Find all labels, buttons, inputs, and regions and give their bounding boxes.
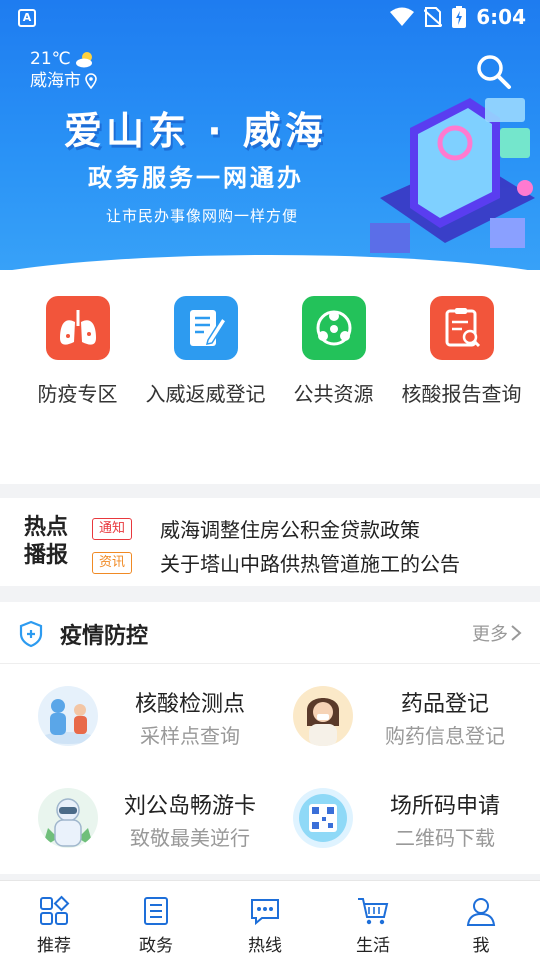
banner-slogan-sub: 政务服务一网通办 [88,164,304,192]
cart-icon [358,898,389,925]
service-nucleic-test-site[interactable]: 核酸检测点 采样点查询 [0,674,270,764]
service-medicine-registration[interactable]: 药品登记 购药信息登记 [255,674,525,764]
protective-suit-avatar [38,788,98,848]
nav-hotline[interactable]: 热线 [211,895,319,956]
medicine-avatar [293,686,353,746]
network-icon [301,296,366,360]
hot-title-line2: 播报 [24,543,69,568]
more-label: 更多 [472,624,508,645]
nav-recommend[interactable]: 推荐 [0,895,108,956]
quick-item-label: 入威返威登记 [145,382,266,406]
nav-label: 热线 [248,936,282,956]
service-subtitle: 购药信息登记 [385,724,505,748]
news-item[interactable]: 通知 威海调整住房公积金贷款政策 [92,514,420,543]
qr-code-avatar [293,788,353,848]
service-title: 核酸检测点 [134,692,245,717]
banner-illustration [370,98,535,253]
quick-item-epidemic-zone[interactable]: 防疫专区 [10,296,145,406]
hot-news-title: 热点 播报 [24,514,68,570]
service-subtitle: 采样点查询 [140,724,240,748]
city-name: 威海市 [30,71,81,91]
service-title: 场所码申请 [389,794,500,819]
nav-label: 推荐 [37,936,71,956]
status-bar: A 6:04 [0,0,540,36]
wifi-icon [390,7,415,26]
service-liugong-island-card[interactable]: 刘公岛畅游卡 致敬最美逆行 [0,776,270,866]
document-list-icon [144,897,168,925]
quick-item-label: 核酸报告查询 [401,382,522,406]
epidemic-header: 疫情防控 更多 [0,602,540,664]
nav-label: 政务 [139,936,173,956]
service-title: 刘公岛畅游卡 [123,794,256,819]
user-icon [466,898,496,926]
quick-item-nucleic-report[interactable]: 核酸报告查询 [394,296,529,406]
news-item[interactable]: 资讯 关于塔山中路供热管道施工的公告 [92,548,460,577]
service-subtitle: 二维码下载 [395,826,495,850]
more-link[interactable]: 更多 [472,620,522,646]
recommend-icon [40,895,70,925]
quick-item-public-resources[interactable]: 公共资源 [266,296,401,406]
location-pin-icon [85,73,97,89]
edit-icon [173,296,238,360]
weather-widget[interactable]: 21℃ 威海市 [30,48,97,92]
no-sim-icon [424,7,443,27]
battery-icon [452,6,467,28]
hot-title-line1: 热点 [24,515,69,540]
news-text: 关于塔山中路供热管道施工的公告 [160,552,460,576]
nav-label: 生活 [356,936,390,956]
banner-slogan-main: 爱山东 · 威海 [64,109,327,153]
nav-government[interactable]: 政务 [102,895,210,956]
service-title: 药品登记 [400,692,489,717]
chat-icon [251,899,279,926]
quick-item-label: 防疫专区 [37,382,118,406]
epidemic-section: 疫情防控 更多 核酸检测点 采样点查询 药品登记 购药信息登记 刘公岛畅游卡 致… [0,602,540,874]
service-venue-code[interactable]: 场所码申请 二维码下载 [255,776,525,866]
chevron-right-icon [511,625,522,641]
banner-slogan-small: 让市民办事像网购一样方便 [106,207,299,225]
report-search-icon [429,296,494,360]
nav-me[interactable]: 我 [427,895,535,956]
nav-life[interactable]: 生活 [319,895,427,956]
nav-label: 我 [472,936,490,956]
quick-item-entry-registration[interactable]: 入威返威登记 [138,296,273,406]
notice-tag: 通知 [92,517,132,540]
bottom-nav: 推荐 政务 热线 生活 我 [0,880,540,960]
service-subtitle: 致敬最美逆行 [130,826,250,850]
quick-item-label: 公共资源 [293,382,374,406]
lungs-icon [45,296,110,360]
news-text: 威海调整住房公积金贷款政策 [160,518,420,542]
info-tag: 资讯 [92,551,132,574]
shield-plus-icon [19,620,43,648]
partly-cloudy-icon [75,52,92,68]
epidemic-title: 疫情防控 [60,624,149,649]
status-time: 6:04 [476,5,526,29]
nucleic-test-avatar [38,686,98,746]
quick-services: 防疫专区 入威返威登记 公共资源 核酸报告查询 [0,270,540,484]
search-icon[interactable] [474,52,514,92]
temperature: 21℃ [30,49,71,69]
hot-news: 热点 播报 通知 威海调整住房公积金贷款政策 资讯 关于塔山中路供热管道施工的公… [0,498,540,586]
header-banner: A 6:04 21℃ 威海市 爱山东 · 威海 政务服务一网通办 让市民办事像网… [0,0,540,290]
app-notification-icon: A [18,9,36,27]
